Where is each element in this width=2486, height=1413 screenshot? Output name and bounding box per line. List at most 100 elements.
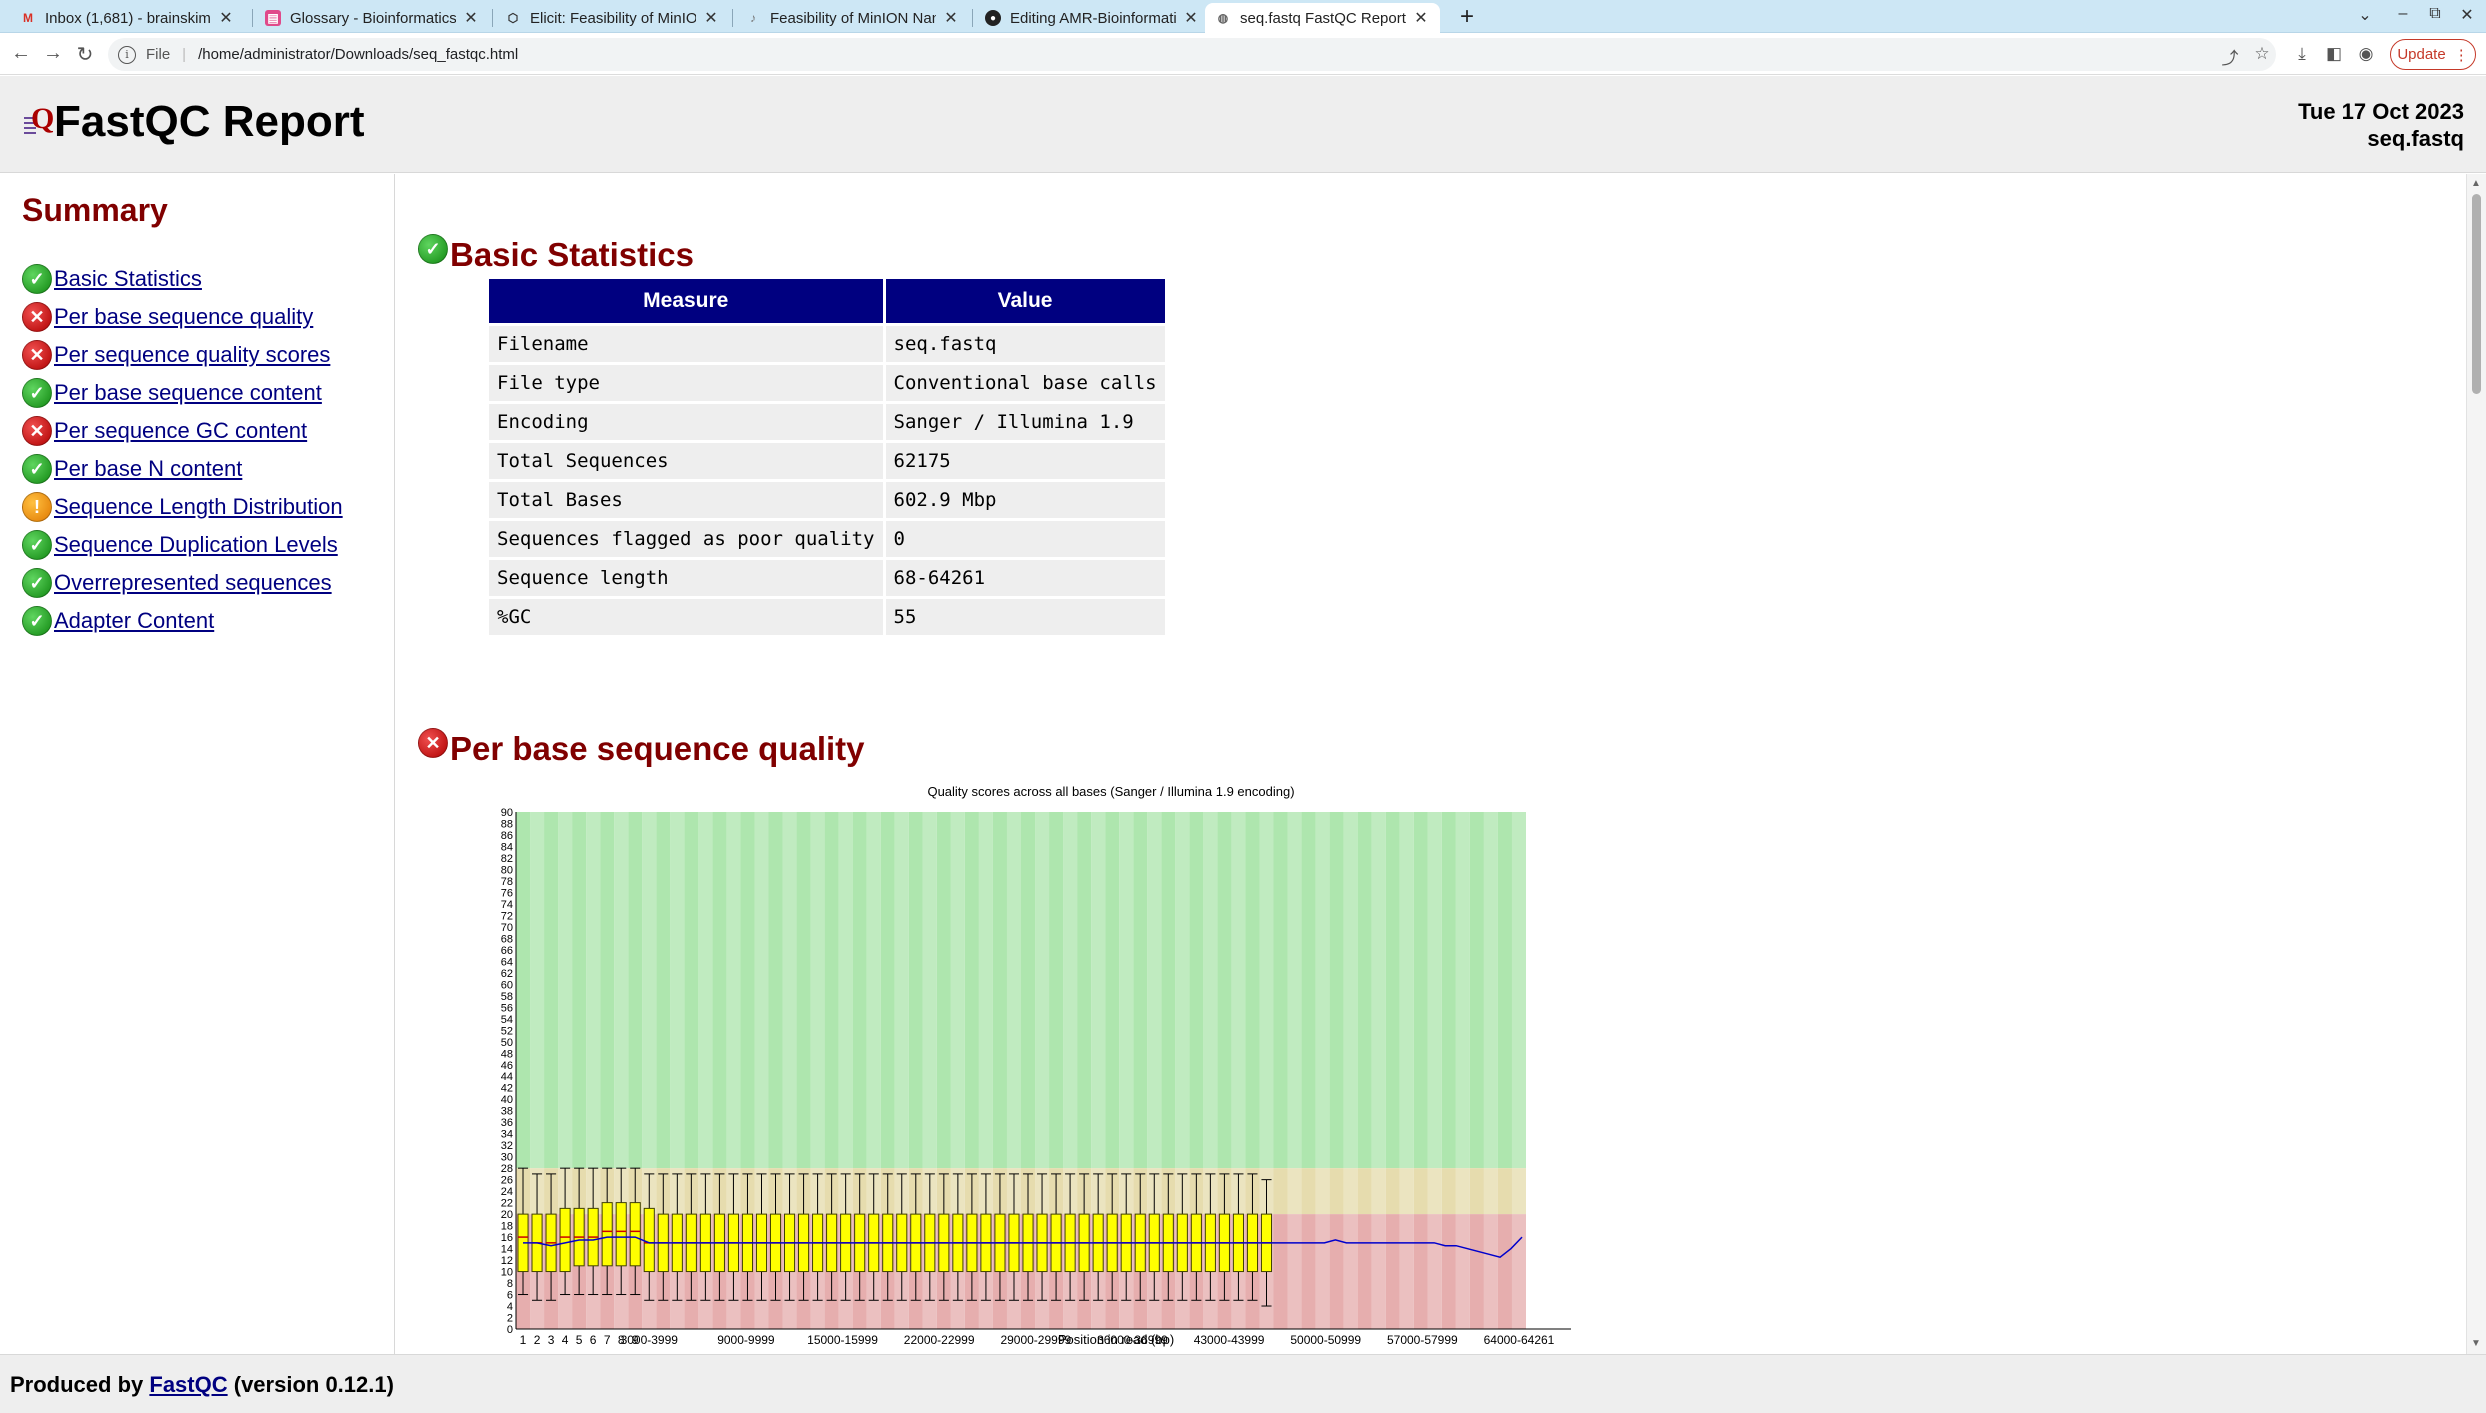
summary-item: ✕ Per sequence GC content xyxy=(22,412,343,450)
url-text[interactable]: /home/administrator/Downloads/seq_fastqc… xyxy=(198,46,518,63)
tab-elicit[interactable]: ⬡ Elicit: Feasibility of MinIO ✕ xyxy=(495,3,730,33)
quality-boxplot-chart: Quality scores across all bases (Sanger … xyxy=(501,784,1571,1347)
close-tab-icon[interactable]: ✕ xyxy=(1182,8,1200,28)
y-tick-label: 74 xyxy=(501,899,513,911)
tab-title: Inbox (1,681) - brainskimu xyxy=(45,9,211,27)
x-tick-label: 64000-64261 xyxy=(1484,1333,1555,1347)
tab-title: Elicit: Feasibility of MinIO xyxy=(530,9,696,27)
quality-zone-good xyxy=(1035,812,1050,1169)
y-tick-label: 12 xyxy=(501,1255,513,1267)
y-tick-label: 30 xyxy=(501,1152,513,1164)
quality-zone-good xyxy=(964,812,979,1169)
chart-title: Quality scores across all bases (Sanger … xyxy=(927,784,1294,799)
quality-zone-good xyxy=(782,812,797,1169)
browser-toolbar: ← → ↻ i File | /home/administrator/Downl… xyxy=(0,34,2486,75)
value-cell: 0 xyxy=(885,521,1165,557)
quality-zone-good xyxy=(600,812,615,1169)
summary-link-overrepresented-sequences[interactable]: Overrepresented sequences xyxy=(54,570,332,596)
tab-search-icon[interactable]: ⌄ xyxy=(2352,5,2378,25)
summary-link-per-sequence-quality-scores[interactable]: Per sequence quality scores xyxy=(54,342,330,368)
new-tab-button[interactable]: + xyxy=(1452,3,1482,31)
report-header: Q FastQC Report Tue 17 Oct 2023 seq.fast… xyxy=(0,76,2486,173)
address-bar[interactable]: i File | /home/administrator/Downloads/s… xyxy=(108,38,2276,71)
scroll-down-icon[interactable]: ▼ xyxy=(2471,1338,2481,1349)
bookmark-star-icon[interactable]: ☆ xyxy=(2250,44,2274,64)
fail-cross-icon: ✕ xyxy=(22,340,52,370)
back-icon[interactable]: ← xyxy=(8,42,34,65)
pass-check-icon: ✓ xyxy=(418,234,448,264)
summary-link-sequence-duplication-levels[interactable]: Sequence Duplication Levels xyxy=(54,532,338,558)
quality-zone-good xyxy=(1483,812,1498,1169)
download-icon[interactable]: ⤓ xyxy=(2290,44,2314,64)
measure-cell: %GC xyxy=(489,599,883,635)
table-row: Encoding Sanger / Illumina 1.9 xyxy=(489,404,1165,440)
quality-zone-good xyxy=(558,812,573,1169)
tab-glossary[interactable]: ▤ Glossary - Bioinformatics ✕ xyxy=(255,3,490,33)
y-tick-label: 2 xyxy=(507,1313,513,1325)
quality-zone-good xyxy=(712,812,727,1169)
quality-zone-good xyxy=(1133,812,1148,1169)
close-tab-icon[interactable]: ✕ xyxy=(942,8,960,28)
y-tick-label: 38 xyxy=(501,1106,513,1118)
quality-chart-container: Quality scores across all bases (Sanger … xyxy=(476,782,1736,1354)
quality-zone-good xyxy=(726,812,741,1169)
site-info-icon[interactable]: i xyxy=(118,45,136,64)
reload-icon[interactable]: ↻ xyxy=(72,42,98,67)
restore-icon[interactable]: ⧉ xyxy=(2422,5,2448,23)
quality-zone-good xyxy=(936,812,951,1169)
summary-link-per-base-n-content[interactable]: Per base N content xyxy=(54,456,242,482)
value-cell: Conventional base calls xyxy=(885,365,1165,401)
quality-zone-reasonable xyxy=(1301,1168,1316,1215)
x-tick-label: 22000-22999 xyxy=(904,1333,975,1347)
quality-zone-poor xyxy=(1483,1214,1498,1329)
y-tick-label: 78 xyxy=(501,876,513,888)
tab-github[interactable]: ● Editing AMR-Bioinformati ✕ xyxy=(975,3,1210,33)
update-button[interactable]: Update ⋮ xyxy=(2390,39,2476,70)
tab-gmail[interactable]: M Inbox (1,681) - brainskimu ✕ xyxy=(10,3,245,33)
tab-minion[interactable]: ♪ Feasibility of MinION Nan ✕ xyxy=(735,3,970,33)
quality-zone-good xyxy=(740,812,755,1169)
x-tick-label: 9000-9999 xyxy=(717,1333,775,1347)
quality-zone-good xyxy=(950,812,965,1169)
side-panel-icon[interactable]: ◧ xyxy=(2322,44,2346,64)
minimize-icon[interactable]: – xyxy=(2390,5,2416,23)
fastqc-link[interactable]: FastQC xyxy=(149,1372,227,1397)
update-label: Update xyxy=(2397,46,2446,63)
quality-zone-reasonable xyxy=(1329,1168,1344,1215)
box-iqr xyxy=(601,1202,613,1267)
box-iqr xyxy=(559,1207,571,1273)
tab-fastqc-report[interactable]: ◍ seq.fastq FastQC Report ✕ xyxy=(1205,3,1440,33)
measure-cell: Sequences flagged as poor quality xyxy=(489,521,883,557)
quality-zone-good xyxy=(1063,812,1078,1169)
close-tab-icon[interactable]: ✕ xyxy=(702,8,720,28)
forward-icon[interactable]: → xyxy=(40,42,66,65)
summary-link-per-sequence-gc-content[interactable]: Per sequence GC content xyxy=(54,418,307,444)
value-cell: 55 xyxy=(885,599,1165,635)
quality-zone-reasonable xyxy=(1343,1168,1358,1215)
summary-link-sequence-length-distribution[interactable]: Sequence Length Distribution xyxy=(54,494,343,520)
close-window-icon[interactable]: ✕ xyxy=(2454,5,2480,25)
close-tab-icon[interactable]: ✕ xyxy=(1412,8,1430,28)
summary-link-adapter-content[interactable]: Adapter Content xyxy=(54,608,214,634)
y-tick-label: 52 xyxy=(501,1025,513,1037)
quality-zone-good xyxy=(670,812,685,1169)
browser-tab-bar: M Inbox (1,681) - brainskimu ✕ ▤ Glossar… xyxy=(0,0,2486,33)
scroll-thumb[interactable] xyxy=(2472,194,2481,394)
y-tick-label: 62 xyxy=(501,968,513,980)
summary-link-per-base-sequence-content[interactable]: Per base sequence content xyxy=(54,380,322,406)
summary-link-basic-statistics[interactable]: Basic Statistics xyxy=(54,266,202,292)
summary-list: ✓ Basic Statistics ✕ Per base sequence q… xyxy=(22,260,343,640)
summary-link-per-base-sequence-quality[interactable]: Per base sequence quality xyxy=(54,304,313,330)
quality-zone-good xyxy=(1287,812,1302,1169)
profile-avatar-icon[interactable]: ◉ xyxy=(2354,44,2378,64)
quality-zone-good xyxy=(838,812,853,1169)
quality-zone-good xyxy=(978,812,993,1169)
quality-zone-good xyxy=(1147,812,1162,1169)
quality-zone-poor xyxy=(1413,1214,1428,1329)
share-icon[interactable]: ⤴ xyxy=(2218,44,2242,69)
quality-zone-good xyxy=(642,812,657,1169)
close-tab-icon[interactable]: ✕ xyxy=(217,8,235,28)
close-tab-icon[interactable]: ✕ xyxy=(462,8,480,28)
scroll-up-icon[interactable]: ▲ xyxy=(2471,178,2481,189)
page-scrollbar[interactable]: ▲ ▼ xyxy=(2466,174,2486,1354)
